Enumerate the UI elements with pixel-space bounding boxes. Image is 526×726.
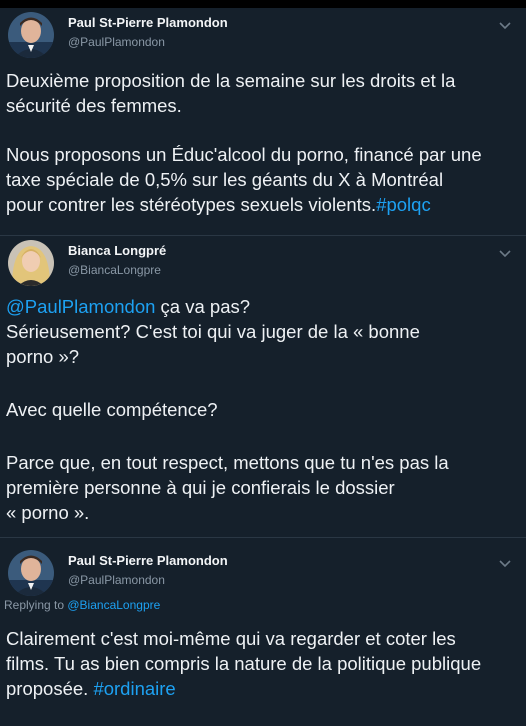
tweet-line: @PaulPlamondon ça va pas? [6, 294, 518, 319]
tweet-header: Paul St-Pierre Plamondon @PaulPlamondon [0, 546, 526, 596]
tweet-line: porno »? [6, 346, 80, 367]
tweet-line: Avec quelle compétence? [6, 399, 218, 420]
chevron-down-icon[interactable] [498, 20, 512, 30]
tweet-line: films. Tu as bien compris la nature de l… [6, 653, 482, 674]
top-edge [0, 0, 526, 8]
tweet-1[interactable]: Paul St-Pierre Plamondon @PaulPlamondon … [0, 8, 526, 236]
hashtag-link[interactable]: #polqc [376, 194, 431, 215]
chevron-down-icon[interactable] [498, 558, 512, 568]
hashtag-link[interactable]: #ordinaire [93, 678, 175, 699]
tweet-text: Deuxième proposition de la semaine sur l… [6, 68, 518, 217]
chevron-down-icon[interactable] [498, 248, 512, 258]
tweet-line: pour contrer les stéréotypes sexuels vio… [6, 192, 518, 217]
tweet-line: Nous proposons un Éduc'alcool du porno, … [6, 144, 482, 165]
handle[interactable]: @PaulPlamondon [68, 35, 165, 49]
tweet-line: Sérieusement? C'est toi qui va juger de … [6, 321, 420, 342]
display-name[interactable]: Paul St-Pierre Plamondon [68, 15, 228, 30]
display-name[interactable]: Bianca Longpré [68, 243, 166, 258]
replying-to: Replying to @BiancaLongpre [4, 598, 160, 612]
tweet-line-text: ça va pas? [155, 296, 251, 317]
tweet-line: sécurité des femmes. [6, 95, 182, 116]
avatar[interactable] [8, 240, 54, 286]
handle[interactable]: @BiancaLongpre [68, 263, 161, 277]
tweet-header: Paul St-Pierre Plamondon @PaulPlamondon [0, 8, 526, 58]
tweet-2[interactable]: Bianca Longpré @BiancaLongpre @PaulPlamo… [0, 236, 526, 538]
tweet-line: Deuxième proposition de la semaine sur l… [6, 70, 456, 91]
avatar[interactable] [8, 550, 54, 596]
display-name[interactable]: Paul St-Pierre Plamondon [68, 553, 228, 568]
replying-handle-link[interactable]: @BiancaLongpre [67, 598, 160, 612]
avatar[interactable] [8, 12, 54, 58]
mention-link[interactable]: @PaulPlamondon [6, 296, 155, 317]
tweet-text: @PaulPlamondon ça va pas? Sérieusement? … [6, 294, 518, 525]
tweet-line: première personne à qui je confierais le… [6, 477, 395, 498]
tweet-line: Clairement c'est moi-même qui va regarde… [6, 628, 456, 649]
tweet-text: Clairement c'est moi-même qui va regarde… [6, 626, 518, 701]
tweet-header: Bianca Longpré @BiancaLongpre [0, 236, 526, 286]
tweet-line: Parce que, en tout respect, mettons que … [6, 452, 449, 473]
tweet-line-text: proposée. [6, 678, 94, 699]
tweet-line: taxe spéciale de 0,5% sur les géants du … [6, 169, 444, 190]
tweet-3[interactable]: Paul St-Pierre Plamondon @PaulPlamondon … [0, 538, 526, 726]
handle[interactable]: @PaulPlamondon [68, 573, 165, 587]
tweet-thread: Paul St-Pierre Plamondon @PaulPlamondon … [0, 0, 526, 726]
tweet-line: proposée. #ordinaire [6, 676, 518, 701]
tweet-line-text: pour contrer les stéréotypes sexuels vio… [6, 194, 377, 215]
replying-prefix: Replying to [4, 598, 68, 612]
tweet-line: « porno ». [6, 502, 90, 523]
